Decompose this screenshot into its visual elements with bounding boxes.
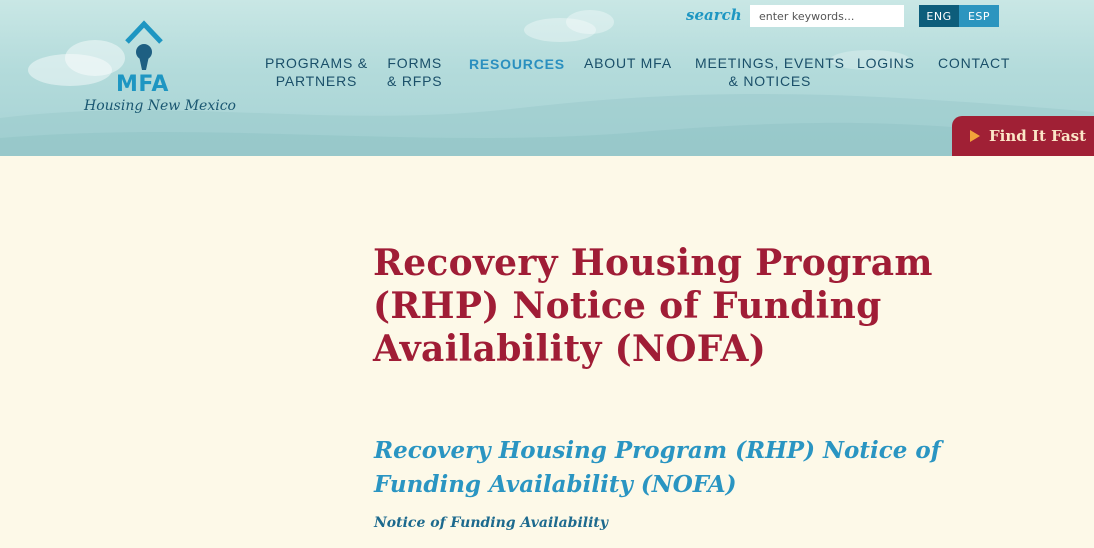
- logo-brand: MFA: [116, 72, 169, 97]
- nav-programs-partners[interactable]: PROGRAMS & PARTNERS: [265, 54, 368, 90]
- search-label: search: [686, 6, 742, 24]
- lang-esp-button[interactable]: ESP: [959, 5, 999, 27]
- nav-resources[interactable]: RESOURCES: [469, 55, 565, 73]
- lang-eng-button[interactable]: ENG: [919, 5, 959, 27]
- nav-logins[interactable]: LOGINS: [857, 54, 915, 72]
- mfa-logo[interactable]: MFA Housing New Mexico: [80, 18, 236, 123]
- nav-contact[interactable]: CONTACT: [938, 54, 1010, 72]
- document-link[interactable]: Recovery Housing Program (RHP) Notice of…: [374, 434, 1014, 502]
- site-header: MFA Housing New Mexico search ENG ESP PR…: [0, 0, 1094, 156]
- house-keyhole-icon: [125, 20, 163, 70]
- find-it-fast-label: Find It Fast: [989, 127, 1087, 145]
- logo-tagline: Housing New Mexico: [84, 98, 236, 114]
- find-it-fast-button[interactable]: Find It Fast: [952, 116, 1094, 156]
- nav-forms-rfps[interactable]: FORMS & RFPs: [387, 54, 442, 90]
- search-input[interactable]: [750, 5, 904, 27]
- nav-about-mfa[interactable]: ABOUT MFA: [584, 54, 672, 72]
- nav-meetings-events-notices[interactable]: MEETINGS, EVENTS & NOTICES: [695, 54, 845, 90]
- document-description: Notice of Funding Availability: [374, 515, 609, 531]
- page-title: Recovery Housing Program (RHP) Notice of…: [373, 242, 933, 370]
- play-triangle-icon: [970, 130, 980, 142]
